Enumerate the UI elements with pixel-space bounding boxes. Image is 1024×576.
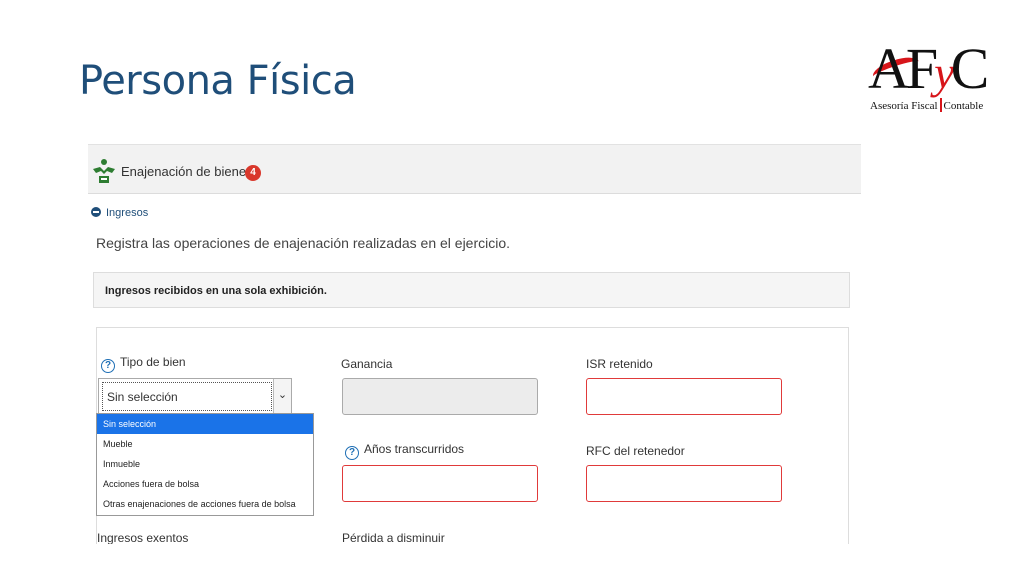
rfc-input[interactable] (586, 465, 782, 502)
handshake-icon (93, 159, 115, 183)
rfc-label: RFC del retenedor (586, 444, 685, 458)
isr-retenido-input[interactable] (586, 378, 782, 415)
notification-badge: 4 (245, 165, 261, 181)
tipo-bien-select[interactable]: Sin selección ⌄ (98, 378, 292, 415)
tipo-bien-label: ? Tipo de bien (101, 355, 186, 373)
slide-title: Persona Física (79, 58, 357, 104)
tipo-bien-dropdown[interactable]: Sin selección Mueble Inmueble Acciones f… (96, 413, 314, 516)
perdida-label: Pérdida a disminuir (342, 531, 445, 544)
section-header[interactable]: Enajenación de bienes 4 (88, 144, 861, 194)
dropdown-option[interactable]: Sin selección (97, 414, 313, 434)
ganancia-input (342, 378, 538, 415)
chevron-down-icon[interactable]: ⌄ (273, 379, 291, 414)
collapse-minus-icon (91, 207, 101, 217)
panel-header-text: Ingresos recibidos en una sola exhibició… (105, 285, 327, 297)
help-icon[interactable]: ? (345, 446, 359, 460)
help-icon[interactable]: ? (101, 359, 115, 373)
afyc-logo: AFyC Asesoría Fiscal Contable (866, 40, 1002, 130)
dropdown-option[interactable]: Mueble (97, 434, 313, 454)
ingresos-exentos-label: Ingresos exentos (97, 531, 189, 544)
ingresos-toggle-label: Ingresos (106, 207, 149, 219)
panel-header: Ingresos recibidos en una sola exhibició… (93, 272, 850, 308)
isr-retenido-label: ISR retenido (586, 357, 653, 371)
section-title: Enajenación de bienes (121, 164, 253, 179)
dropdown-option[interactable]: Acciones fuera de bolsa (97, 474, 313, 494)
ganancia-label: Ganancia (341, 357, 393, 371)
anios-label: ? Años transcurridos (345, 442, 464, 460)
logo-letters: AFyC (868, 36, 989, 101)
anios-input[interactable] (342, 465, 538, 502)
dropdown-option[interactable]: Otras enajenaciones de acciones fuera de… (97, 494, 313, 514)
tipo-bien-value: Sin selección (107, 390, 178, 404)
logo-subtitle: Asesoría Fiscal Contable (870, 98, 984, 112)
ingresos-toggle[interactable]: Ingresos (91, 207, 148, 219)
intro-text: Registra las operaciones de enajenación … (96, 235, 511, 251)
dropdown-option[interactable]: Inmueble (97, 454, 313, 474)
sat-form-screenshot: Enajenación de bienes 4 Ingresos Registr… (88, 138, 861, 544)
